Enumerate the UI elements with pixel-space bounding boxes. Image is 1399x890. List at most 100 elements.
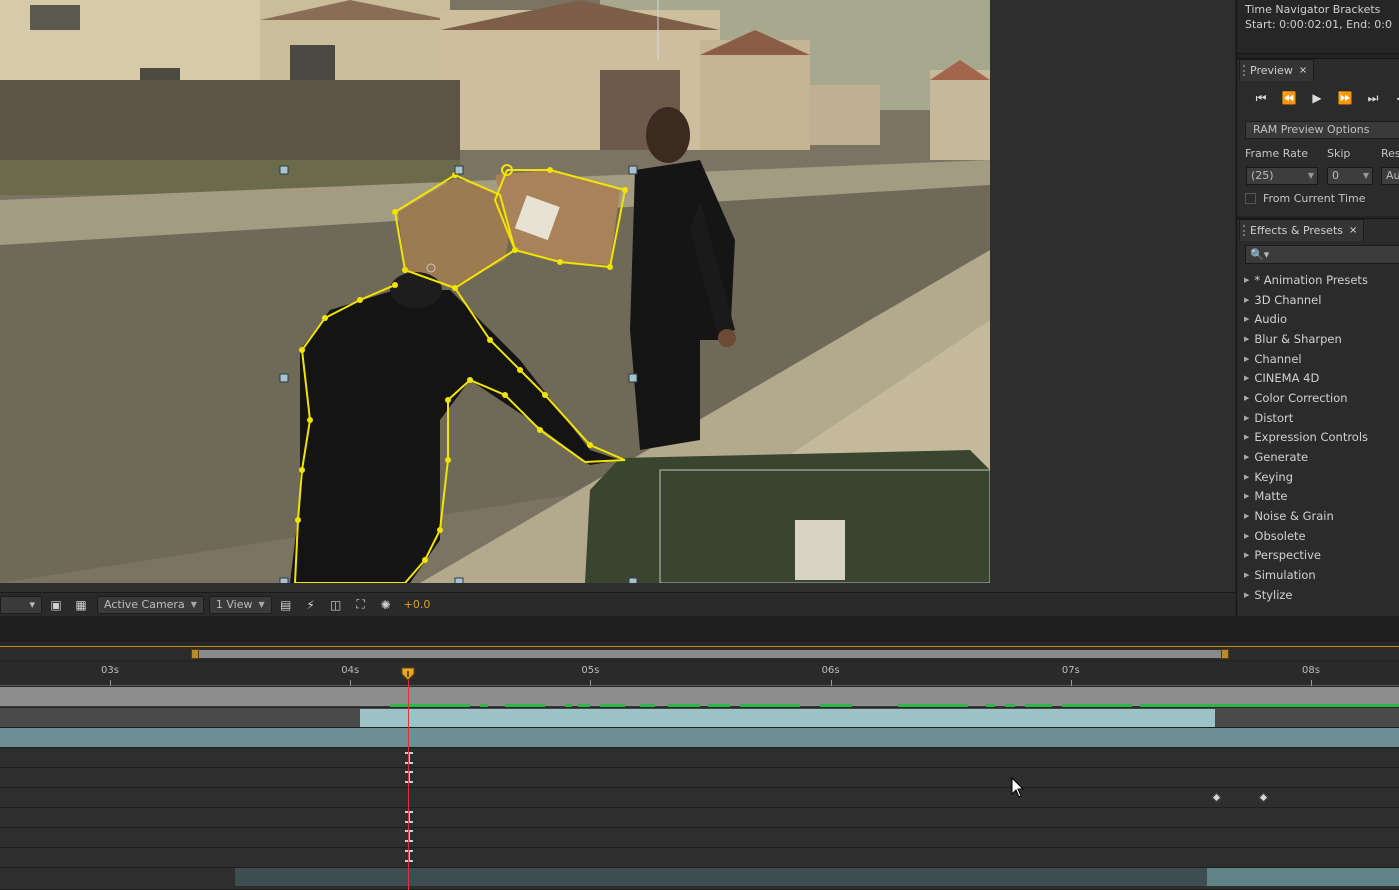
timeline-icon[interactable]: ◫: [327, 596, 345, 614]
next-frame-icon[interactable]: ⏩: [1331, 89, 1359, 107]
expand-triangle-icon[interactable]: ▶: [1244, 453, 1249, 461]
hold-keyframe-icon[interactable]: [405, 850, 413, 862]
first-frame-icon[interactable]: ⏮: [1247, 89, 1275, 107]
expand-triangle-icon[interactable]: ▶: [1244, 296, 1249, 304]
ram-cache-segment: [898, 704, 968, 707]
from-current-time-checkbox[interactable]: From Current Time: [1245, 192, 1365, 205]
layer-track[interactable]: [0, 728, 1399, 748]
skip-dropdown[interactable]: 0 ▼: [1327, 167, 1373, 185]
effects-category-item[interactable]: ▶ Simulation: [1237, 565, 1399, 585]
tab-effects-label: Effects & Presets: [1250, 224, 1343, 237]
resolution-dropdown[interactable]: ▾: [0, 595, 42, 614]
expand-triangle-icon[interactable]: ▶: [1244, 276, 1249, 284]
audio-icon[interactable]: ◀: [1387, 89, 1399, 107]
exposure-value[interactable]: +0.0: [404, 598, 431, 611]
resolution-dropdown[interactable]: Au: [1381, 167, 1399, 185]
layer-duration-bar[interactable]: [1207, 868, 1399, 886]
time-ruler[interactable]: 03s 04s 05s 06s 07s 08s: [0, 662, 1399, 686]
frame-rate-label: Frame Rate: [1245, 147, 1308, 160]
layer-duration-bar[interactable]: [360, 709, 1215, 727]
fast-previews-icon[interactable]: ⚡: [302, 596, 320, 614]
effects-category-item[interactable]: ▶ Obsolete: [1237, 526, 1399, 546]
play-icon[interactable]: ▶: [1303, 89, 1331, 107]
tab-effects-presets[interactable]: Effects & Presets ×: [1239, 219, 1365, 241]
effects-category-label: Matte: [1254, 489, 1288, 504]
expand-triangle-icon[interactable]: ▶: [1244, 355, 1249, 363]
effects-category-label: Distort: [1254, 410, 1294, 425]
effects-category-label: 3D Channel: [1254, 292, 1322, 307]
expand-triangle-icon[interactable]: ▶: [1244, 512, 1249, 520]
effects-category-item[interactable]: ▶ CINEMA 4D: [1237, 368, 1399, 388]
ram-cache-segment: [1140, 704, 1399, 707]
time-navigator-start-handle[interactable]: [191, 649, 199, 659]
flowchart-icon[interactable]: ⛶: [352, 596, 370, 614]
expand-triangle-icon[interactable]: ▶: [1244, 374, 1249, 382]
skip-value: 0: [1332, 169, 1339, 182]
layer-track[interactable]: [0, 868, 1399, 890]
expand-triangle-icon[interactable]: ▶: [1244, 414, 1249, 422]
expand-triangle-icon[interactable]: ▶: [1244, 433, 1249, 441]
work-area-row[interactable]: [0, 687, 1399, 707]
effects-category-item[interactable]: ▶ Distort: [1237, 408, 1399, 428]
frame-rate-dropdown[interactable]: (25) ▼: [1246, 167, 1318, 185]
current-time-indicator-head-icon[interactable]: [401, 667, 415, 681]
effects-category-item[interactable]: ▶ Generate: [1237, 447, 1399, 467]
effects-category-item[interactable]: ▶ Audio: [1237, 309, 1399, 329]
expand-triangle-icon[interactable]: ▶: [1244, 473, 1249, 481]
exposure-icon[interactable]: ✺: [377, 596, 395, 614]
camera-dropdown[interactable]: Active Camera ▼: [97, 595, 204, 614]
chevron-down-icon: ▼: [190, 600, 197, 609]
hold-keyframe-icon[interactable]: [405, 752, 413, 764]
hold-keyframe-icon[interactable]: [405, 830, 413, 842]
effects-search-input[interactable]: 🔍▾: [1245, 245, 1399, 264]
close-icon[interactable]: ×: [1349, 225, 1357, 236]
effects-category-item[interactable]: ▶ Expression Controls: [1237, 428, 1399, 448]
effects-category-item[interactable]: ▶ Perspective: [1237, 546, 1399, 566]
effects-category-item[interactable]: ▶ * Animation Presets: [1237, 270, 1399, 290]
layer-duration-bar[interactable]: [235, 868, 1207, 886]
effects-category-item[interactable]: ▶ Matte: [1237, 487, 1399, 507]
effects-category-label: Channel: [1254, 351, 1302, 366]
effects-category-item[interactable]: ▶ Keying: [1237, 467, 1399, 487]
effects-category-item[interactable]: ▶ Blur & Sharpen: [1237, 329, 1399, 349]
expand-triangle-icon[interactable]: ▶: [1244, 394, 1249, 402]
current-time-indicator[interactable]: [408, 672, 409, 890]
effects-category-item[interactable]: ▶ 3D Channel: [1237, 290, 1399, 310]
expand-triangle-icon[interactable]: ▶: [1244, 532, 1249, 540]
composition-viewer[interactable]: [0, 0, 1235, 592]
info-line-1: Time Navigator Brackets: [1245, 3, 1381, 16]
toggle-pixel-aspect-icon[interactable]: ▤: [277, 596, 295, 614]
timeline-panel[interactable]: 03s 04s 05s 06s 07s 08s: [0, 616, 1399, 890]
ram-cache-segment: [668, 704, 700, 707]
expand-triangle-icon[interactable]: ▶: [1244, 492, 1249, 500]
effects-category-item[interactable]: ▶ Color Correction: [1237, 388, 1399, 408]
expand-triangle-icon[interactable]: ▶: [1244, 551, 1249, 559]
last-frame-icon[interactable]: ⏭: [1359, 89, 1387, 107]
time-navigator-range[interactable]: [195, 650, 1225, 658]
property-track: [0, 788, 1399, 808]
ram-cache-segment: [1005, 704, 1015, 707]
effects-category-item[interactable]: ▶ Noise & Grain: [1237, 506, 1399, 526]
ram-cache-segment: [578, 704, 590, 707]
effects-category-item[interactable]: ▶ Channel: [1237, 349, 1399, 369]
expand-triangle-icon[interactable]: ▶: [1244, 571, 1249, 579]
region-of-interest-icon[interactable]: ▣: [47, 596, 65, 614]
hold-keyframe-icon[interactable]: [405, 771, 413, 783]
previous-frame-icon[interactable]: ⏪: [1275, 89, 1303, 107]
tab-preview[interactable]: Preview ×: [1239, 59, 1315, 81]
layer-track[interactable]: [0, 708, 1399, 728]
expand-triangle-icon[interactable]: ▶: [1244, 315, 1249, 323]
view-layout-dropdown[interactable]: 1 View ▼: [208, 595, 272, 614]
ram-cache-segment: [708, 704, 730, 707]
ram-cache-segment: [505, 704, 545, 707]
effects-list: ▶ * Animation Presets ▶ 3D Channel ▶ Audio ▶ Bl…: [1237, 270, 1399, 605]
effects-category-label: Simulation: [1254, 568, 1316, 583]
expand-triangle-icon[interactable]: ▶: [1244, 335, 1249, 343]
transparency-grid-icon[interactable]: ▦: [72, 596, 90, 614]
effects-category-item[interactable]: ▶ Stylize: [1237, 585, 1399, 605]
ram-preview-options-dropdown[interactable]: RAM Preview Options: [1245, 121, 1399, 139]
close-icon[interactable]: ×: [1299, 65, 1307, 76]
expand-triangle-icon[interactable]: ▶: [1244, 591, 1249, 599]
hold-keyframe-icon[interactable]: [405, 811, 413, 823]
time-navigator-end-handle[interactable]: [1221, 649, 1229, 659]
